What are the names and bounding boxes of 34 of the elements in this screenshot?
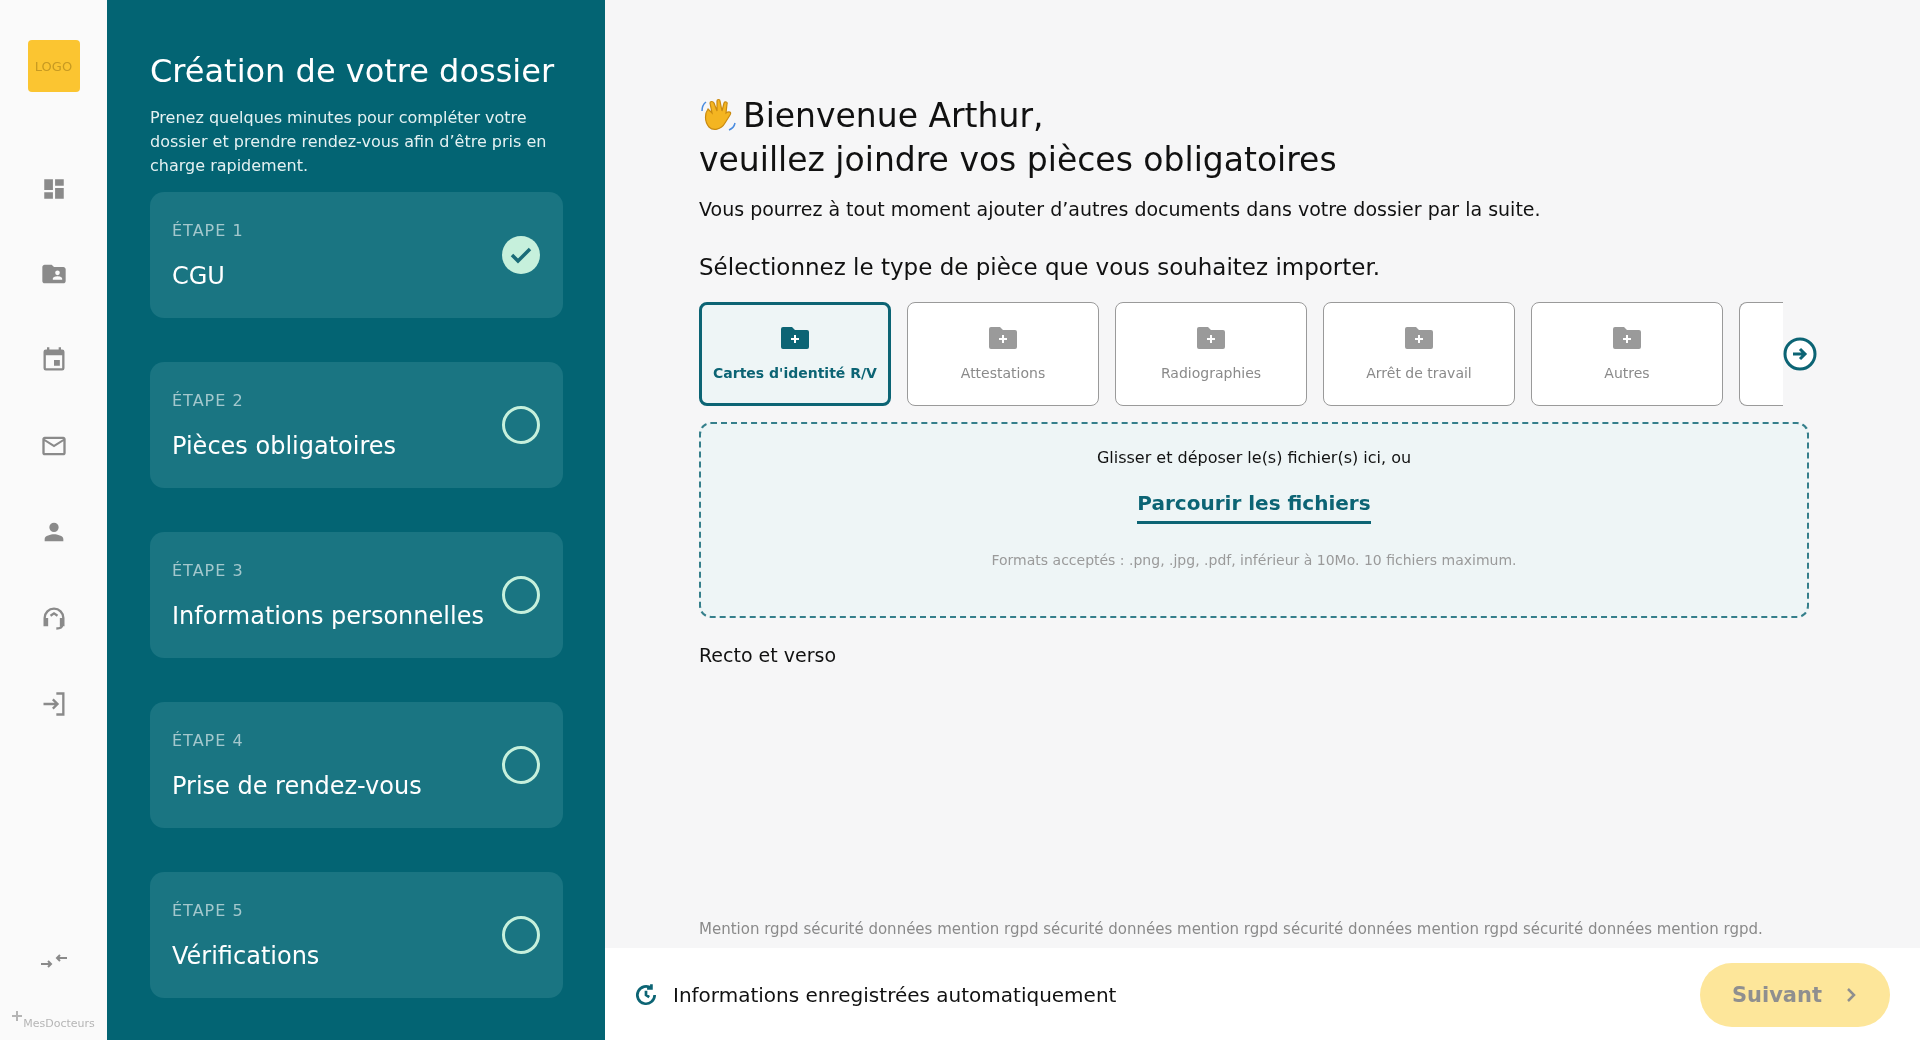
browse-files-link[interactable]: Parcourir les fichiers (1137, 491, 1371, 524)
step-card[interactable]: ÉTAPE 4 Prise de rendez-vous (150, 702, 563, 828)
panel-intro: Prenez quelques minutes pour compléter votre dossier et prendre rendez-vous afin d’être pris en charge rapidement. (150, 107, 548, 177)
page-heading: veuillez joindre vos pièces obligatoires (699, 139, 1338, 181)
step-name: Prise de rendez-vous (172, 771, 423, 800)
autosave-status: Informations enregistrées automatiquement (673, 983, 1117, 1007)
step-name: Pièces obligatoires (172, 431, 398, 460)
drop-zone[interactable]: Glisser et déposer le(s) fichier(s) ici, ou Parcourir les fichiers Formats acceptés : .png, .jpg, .pdf, inférieur à 10Mo. 10 fichiers maximum. (699, 422, 1809, 618)
document-type-card[interactable]: Cartes d'identité R/V (699, 302, 891, 406)
step-card[interactable]: ÉTAPE 1 CGU (150, 192, 563, 318)
subtitle: Vous pourrez à tout moment ajouter d’autres documents dans votre dossier par la suite. (699, 198, 1542, 220)
step-card[interactable]: ÉTAPE 3 Informations personnelles (150, 532, 563, 658)
panel-title: Création de votre dossier (150, 52, 556, 90)
step-number: ÉTAPE 3 (172, 560, 245, 580)
brand-name: MesDocteurs (23, 1017, 95, 1030)
step-name: Informations personnelles (172, 601, 485, 630)
step-name: CGU (172, 261, 226, 290)
step-number: ÉTAPE 1 (172, 220, 245, 240)
rgpd-notice: Mention rgpd sécurité données mention rgpd sécurité données mention rgpd sécurité données mention rgpd sécurité données mention rgpd. (698, 920, 1764, 940)
document-type-card[interactable]: Radiographies (1115, 302, 1307, 406)
step-card[interactable]: ÉTAPE 5 Vérifications (150, 872, 563, 998)
step-number: ÉTAPE 4 (172, 730, 245, 750)
step-name: Vérifications (172, 941, 321, 970)
document-type-card[interactable]: Arrêt de travail (1323, 302, 1515, 406)
accepted-formats: Formats acceptés : .png, .jpg, .pdf, inférieur à 10Mo. 10 fichiers maximum. (991, 552, 1517, 568)
section-heading: Sélectionnez le type de pièce que vous souhaitez importer. (699, 254, 1382, 280)
step-number: ÉTAPE 5 (172, 900, 245, 920)
greeting: Bienvenue Arthur, (743, 95, 1044, 137)
note-text: Recto et verso (699, 644, 838, 666)
document-type-card[interactable]: Autres (1531, 302, 1723, 406)
step-card[interactable]: ÉTAPE 2 Pièces obligatoires (150, 362, 563, 488)
document-type-card[interactable]: Attestations (907, 302, 1099, 406)
drop-instructions: Glisser et déposer le(s) fichier(s) ici, ou (1096, 448, 1412, 467)
step-number: ÉTAPE 2 (172, 390, 245, 410)
